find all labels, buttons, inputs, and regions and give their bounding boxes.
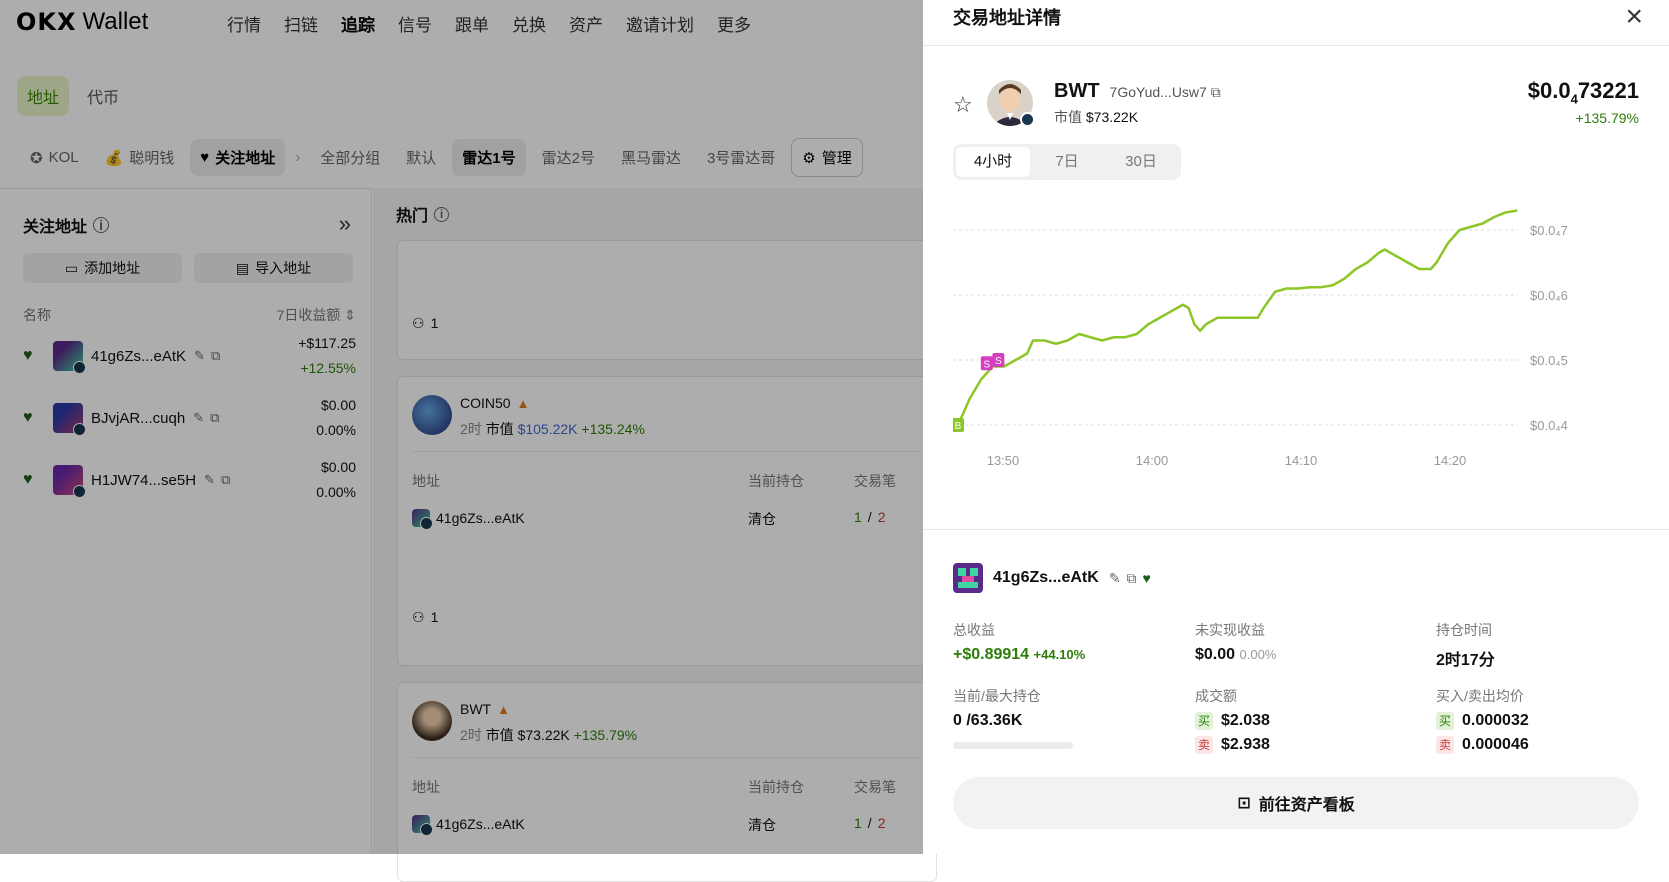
unrealized-label: 未实现收益 [1195, 622, 1265, 638]
close-icon[interactable]: × [1625, 0, 1643, 34]
range-4h[interactable]: 4小时 [956, 147, 1030, 177]
avg-buy: 买 0.000032 [1436, 712, 1529, 730]
position-stat: 当前/最大持仓 0 /63.36K [953, 686, 1041, 730]
token-market-cap: 市值 $73.22K [1054, 107, 1138, 127]
volume-stat: 成交额 买 $2.038 卖 $2.938 [1195, 686, 1270, 754]
time-range-selector: 4小时 7日 30日 [953, 144, 1181, 180]
x-tick-label: 13:50 [987, 453, 1020, 468]
wallet-actions: ✎⧉♥ [1109, 570, 1157, 587]
avg-price-stat: 买入/卖出均价 买 0.000032 卖 0.000046 [1436, 686, 1529, 754]
edit-icon[interactable]: ✎ [1109, 570, 1127, 586]
unrealized-pct: 0.00% [1239, 647, 1277, 662]
go-to-asset-dashboard-button[interactable]: ⊡ 前往资产看板 [953, 777, 1639, 829]
unrealized-value: $0.00 0.00% [1195, 646, 1276, 664]
avg-sell: 卖 0.000046 [1436, 736, 1529, 754]
avg-sell-value: 0.000046 [1462, 736, 1529, 753]
star-icon[interactable]: ☆ [953, 92, 973, 118]
y-tick-label: $0.0₄5 [1530, 353, 1568, 368]
volume-sell: 卖 $2.938 [1195, 736, 1270, 754]
unrealized-amount: $0.00 [1195, 646, 1236, 663]
total-profit-label: 总收益 [953, 622, 995, 638]
total-profit-value: +$0.89914 +44.10% [953, 646, 1085, 664]
chain-badge-icon [1020, 112, 1035, 127]
total-profit-stat: 总收益 +$0.89914 +44.10% [953, 620, 1085, 664]
trade-marker-label: S [995, 356, 1002, 367]
token-address-text: 7GoYud...Usw7 [1109, 84, 1207, 100]
hold-time-stat: 持仓时间 2时17分 [1436, 620, 1495, 670]
price-change: +135.79% [1575, 110, 1639, 126]
wallet-avatar [953, 563, 983, 593]
price-line [956, 209, 1518, 426]
avg-buy-value: 0.000032 [1462, 712, 1529, 729]
modal-overlay[interactable] [0, 0, 923, 854]
volume-buy: 买 $2.038 [1195, 712, 1270, 730]
cap-value: $73.22K [1085, 109, 1139, 125]
buy-tag: 买 [1436, 712, 1454, 730]
avg-price-label: 买入/卖出均价 [1436, 688, 1524, 704]
y-tick-label: $0.0₄6 [1530, 288, 1568, 303]
token-header: BWT 7GoYud...Usw7 ⧉ [1054, 80, 1221, 103]
unrealized-stat: 未实现收益 $0.00 0.00% [1195, 620, 1276, 664]
position-progress-bar [953, 742, 1073, 749]
trade-address-detail-drawer: 交易地址详情 × ☆ BWT 7GoYud...Usw7 ⧉ 市值 $73.22… [923, 0, 1669, 854]
range-30d[interactable]: 30日 [1104, 147, 1178, 177]
cta-label: 前往资产看板 [1258, 797, 1355, 814]
price-chart[interactable]: $0.0₄4 $0.0₄5 $0.0₄6 $0.0₄7 13:50 14:00 14:10 1… [953, 200, 1653, 500]
x-tick-label: 14:20 [1434, 453, 1467, 468]
volume-sell-value: $2.938 [1221, 736, 1270, 753]
hold-time-value: 2时17分 [1436, 652, 1495, 669]
sell-tag: 卖 [1436, 736, 1454, 754]
total-profit-amount: +$0.89914 [953, 646, 1030, 663]
wallet-name: 41g6Zs...eAtK [993, 569, 1099, 586]
hold-time-label: 持仓时间 [1436, 622, 1492, 638]
price-prefix: $0.0 [1527, 78, 1571, 103]
token-price: $0.0473221 [1528, 78, 1639, 106]
copy-icon[interactable]: ⧉ [1211, 84, 1221, 100]
position-label: 当前/最大持仓 [953, 688, 1041, 704]
trade-marker-label: B [955, 421, 962, 432]
volume-buy-value: $2.038 [1221, 712, 1270, 729]
dashboard-icon: ⊡ [1237, 795, 1251, 812]
wallet-header: 41g6Zs...eAtK ✎⧉♥ [953, 563, 1157, 593]
copy-icon[interactable]: ⧉ [1127, 570, 1143, 586]
buy-tag: 买 [1195, 712, 1213, 730]
x-tick-label: 14:10 [1285, 453, 1318, 468]
y-tick-label: $0.0₄4 [1530, 418, 1568, 433]
divider [923, 529, 1669, 530]
token-symbol: BWT [1054, 80, 1100, 102]
trade-marker-label: S [983, 359, 990, 370]
divider [923, 45, 1669, 46]
price-tail: 73221 [1577, 78, 1639, 103]
volume-label: 成交额 [1195, 688, 1237, 704]
cap-label: 市值 [1054, 109, 1082, 125]
price-zeros: 4 [1570, 91, 1578, 107]
heart-icon[interactable]: ♥ [1143, 570, 1157, 586]
x-tick-label: 14:00 [1136, 453, 1169, 468]
y-tick-label: $0.0₄7 [1530, 223, 1568, 238]
sell-tag: 卖 [1195, 736, 1213, 754]
token-address: 7GoYud...Usw7 ⧉ [1110, 84, 1221, 101]
drawer-title: 交易地址详情 [953, 8, 1061, 28]
position-value: 0 /63.36K [953, 712, 1023, 729]
range-7d[interactable]: 7日 [1030, 147, 1104, 177]
total-profit-pct: +44.10% [1033, 647, 1086, 662]
